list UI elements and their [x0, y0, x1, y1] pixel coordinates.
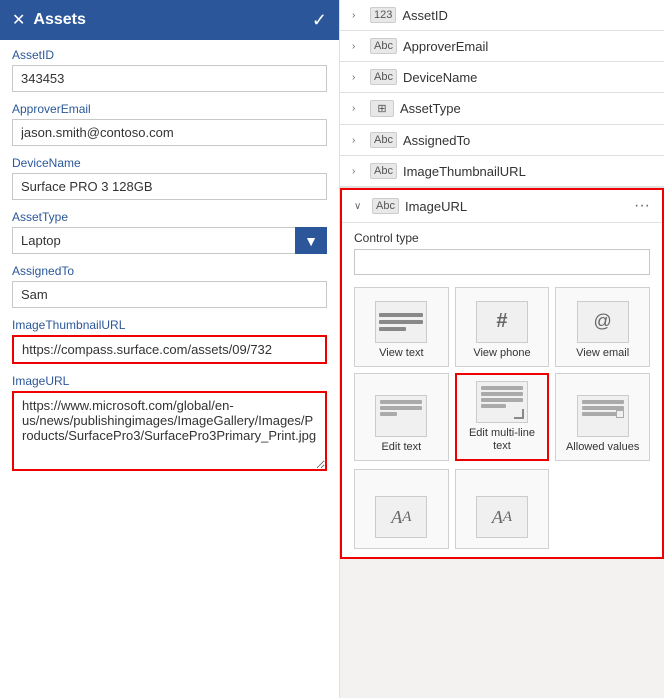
field-approveremail-label: ApproverEmail: [12, 102, 327, 116]
list-item-assettype-label: AssetType: [400, 101, 461, 116]
list-item-approveremail[interactable]: › Abc ApproverEmail: [340, 31, 664, 62]
field-devicename-label: DeviceName: [12, 156, 327, 170]
view-text-label: View text: [379, 347, 423, 360]
control-option-view-text[interactable]: View text: [354, 287, 449, 367]
field-properties-panel: › 123 AssetID › Abc ApproverEmail › Abc …: [340, 0, 664, 698]
aa2-icon: AA: [476, 496, 528, 538]
field-assettype-wrapper: Laptop ▼: [12, 227, 327, 254]
view-text-icon: [375, 301, 427, 343]
field-assetid: AssetID: [12, 48, 327, 92]
field-approveremail-input[interactable]: [12, 119, 327, 146]
control-option-allowed-values[interactable]: Allowed values: [555, 373, 650, 461]
field-assignedto-input[interactable]: [12, 281, 327, 308]
chevron-right-icon: ›: [352, 10, 364, 21]
panel-header-left: ✕ Assets: [12, 10, 86, 30]
chevron-down-icon: ∨: [354, 201, 366, 212]
field-assignedto: AssignedTo: [12, 264, 327, 308]
field-assettype: AssetType Laptop ▼: [12, 210, 327, 254]
field-devicename: DeviceName: [12, 156, 327, 200]
imageurl-section-header[interactable]: ∨ Abc ImageURL ···: [342, 190, 662, 223]
imageurl-expanded-section: ∨ Abc ImageURL ··· Control type View tex…: [340, 188, 664, 559]
field-imagethumbnailurl-label: ImageThumbnailURL: [12, 318, 327, 332]
view-email-label: View email: [576, 347, 629, 360]
confirm-icon[interactable]: ✓: [312, 10, 327, 31]
type-icon-assetid: 123: [370, 7, 396, 23]
control-type-section: Control type: [342, 223, 662, 279]
chevron-right-icon: ›: [352, 166, 364, 177]
form-body: AssetID ApproverEmail DeviceName AssetTy…: [0, 40, 339, 698]
control-option-edit-multiline[interactable]: Edit multi-line text: [455, 373, 550, 461]
control-type-label: Control type: [354, 231, 650, 245]
field-approveremail: ApproverEmail: [12, 102, 327, 146]
edit-text-label: Edit text: [381, 441, 421, 454]
edit-text-icon: [375, 395, 427, 437]
assets-form-panel: ✕ Assets ✓ AssetID ApproverEmail DeviceN…: [0, 0, 340, 698]
list-item-devicename[interactable]: › Abc DeviceName: [340, 62, 664, 93]
control-option-view-phone[interactable]: # View phone: [455, 287, 550, 367]
field-imageurl: ImageURL https://www.microsoft.com/globa…: [12, 374, 327, 474]
field-imagethumbnailurl-input[interactable]: [12, 335, 327, 364]
list-item-imagethumbnailurl-label: ImageThumbnailURL: [403, 164, 526, 179]
chevron-right-icon: ›: [352, 41, 364, 52]
type-icon-imageurl: Abc: [372, 198, 399, 214]
type-icon-assignedto: Abc: [370, 132, 397, 148]
panel-title: Assets: [33, 11, 85, 29]
close-icon[interactable]: ✕: [12, 10, 25, 30]
view-phone-icon: #: [476, 301, 528, 343]
field-assettype-label: AssetType: [12, 210, 327, 224]
field-imageurl-label: ImageURL: [12, 374, 327, 388]
list-item-assignedto[interactable]: › Abc AssignedTo: [340, 125, 664, 156]
control-option-aa2[interactable]: AA: [455, 469, 550, 549]
view-email-icon: @: [577, 301, 629, 343]
field-imageurl-textarea[interactable]: https://www.microsoft.com/global/en-us/n…: [12, 391, 327, 471]
allowed-values-label: Allowed values: [566, 441, 639, 454]
more-options-icon[interactable]: ···: [634, 197, 650, 215]
chevron-right-icon: ›: [352, 72, 364, 83]
control-options-grid: View text # View phone @ View email Edit…: [342, 279, 662, 469]
list-item-assignedto-label: AssignedTo: [403, 133, 470, 148]
field-assetid-input[interactable]: [12, 65, 327, 92]
list-item-assetid[interactable]: › 123 AssetID: [340, 0, 664, 31]
type-icon-assettype: ⊞: [370, 100, 394, 117]
allowed-values-icon: [577, 395, 629, 437]
list-item-assetid-label: AssetID: [402, 8, 448, 23]
imageurl-field-name: ImageURL: [405, 199, 628, 214]
field-assignedto-label: AssignedTo: [12, 264, 327, 278]
list-item-devicename-label: DeviceName: [403, 70, 477, 85]
control-options-bottom-grid: AA AA: [342, 469, 662, 557]
chevron-right-icon: ›: [352, 135, 364, 146]
list-item-approveremail-label: ApproverEmail: [403, 39, 488, 54]
control-type-input[interactable]: [354, 249, 650, 275]
edit-multiline-icon: [476, 381, 528, 423]
control-option-view-email[interactable]: @ View email: [555, 287, 650, 367]
field-list: › 123 AssetID › Abc ApproverEmail › Abc …: [340, 0, 664, 188]
field-devicename-input[interactable]: [12, 173, 327, 200]
field-assetid-label: AssetID: [12, 48, 327, 62]
list-item-assettype[interactable]: › ⊞ AssetType: [340, 93, 664, 125]
type-icon-approveremail: Abc: [370, 38, 397, 54]
view-phone-label: View phone: [473, 347, 530, 360]
chevron-right-icon: ›: [352, 103, 364, 114]
field-imagethumbnailurl: ImageThumbnailURL: [12, 318, 327, 364]
field-assettype-select[interactable]: Laptop: [12, 227, 327, 254]
aa1-icon: AA: [375, 496, 427, 538]
list-item-imagethumbnailurl[interactable]: › Abc ImageThumbnailURL: [340, 156, 664, 187]
control-option-edit-text[interactable]: Edit text: [354, 373, 449, 461]
type-icon-devicename: Abc: [370, 69, 397, 85]
type-icon-imagethumbnailurl: Abc: [370, 163, 397, 179]
control-option-aa1[interactable]: AA: [354, 469, 449, 549]
edit-multiline-label: Edit multi-line text: [461, 427, 544, 453]
panel-header: ✕ Assets ✓: [0, 0, 339, 40]
